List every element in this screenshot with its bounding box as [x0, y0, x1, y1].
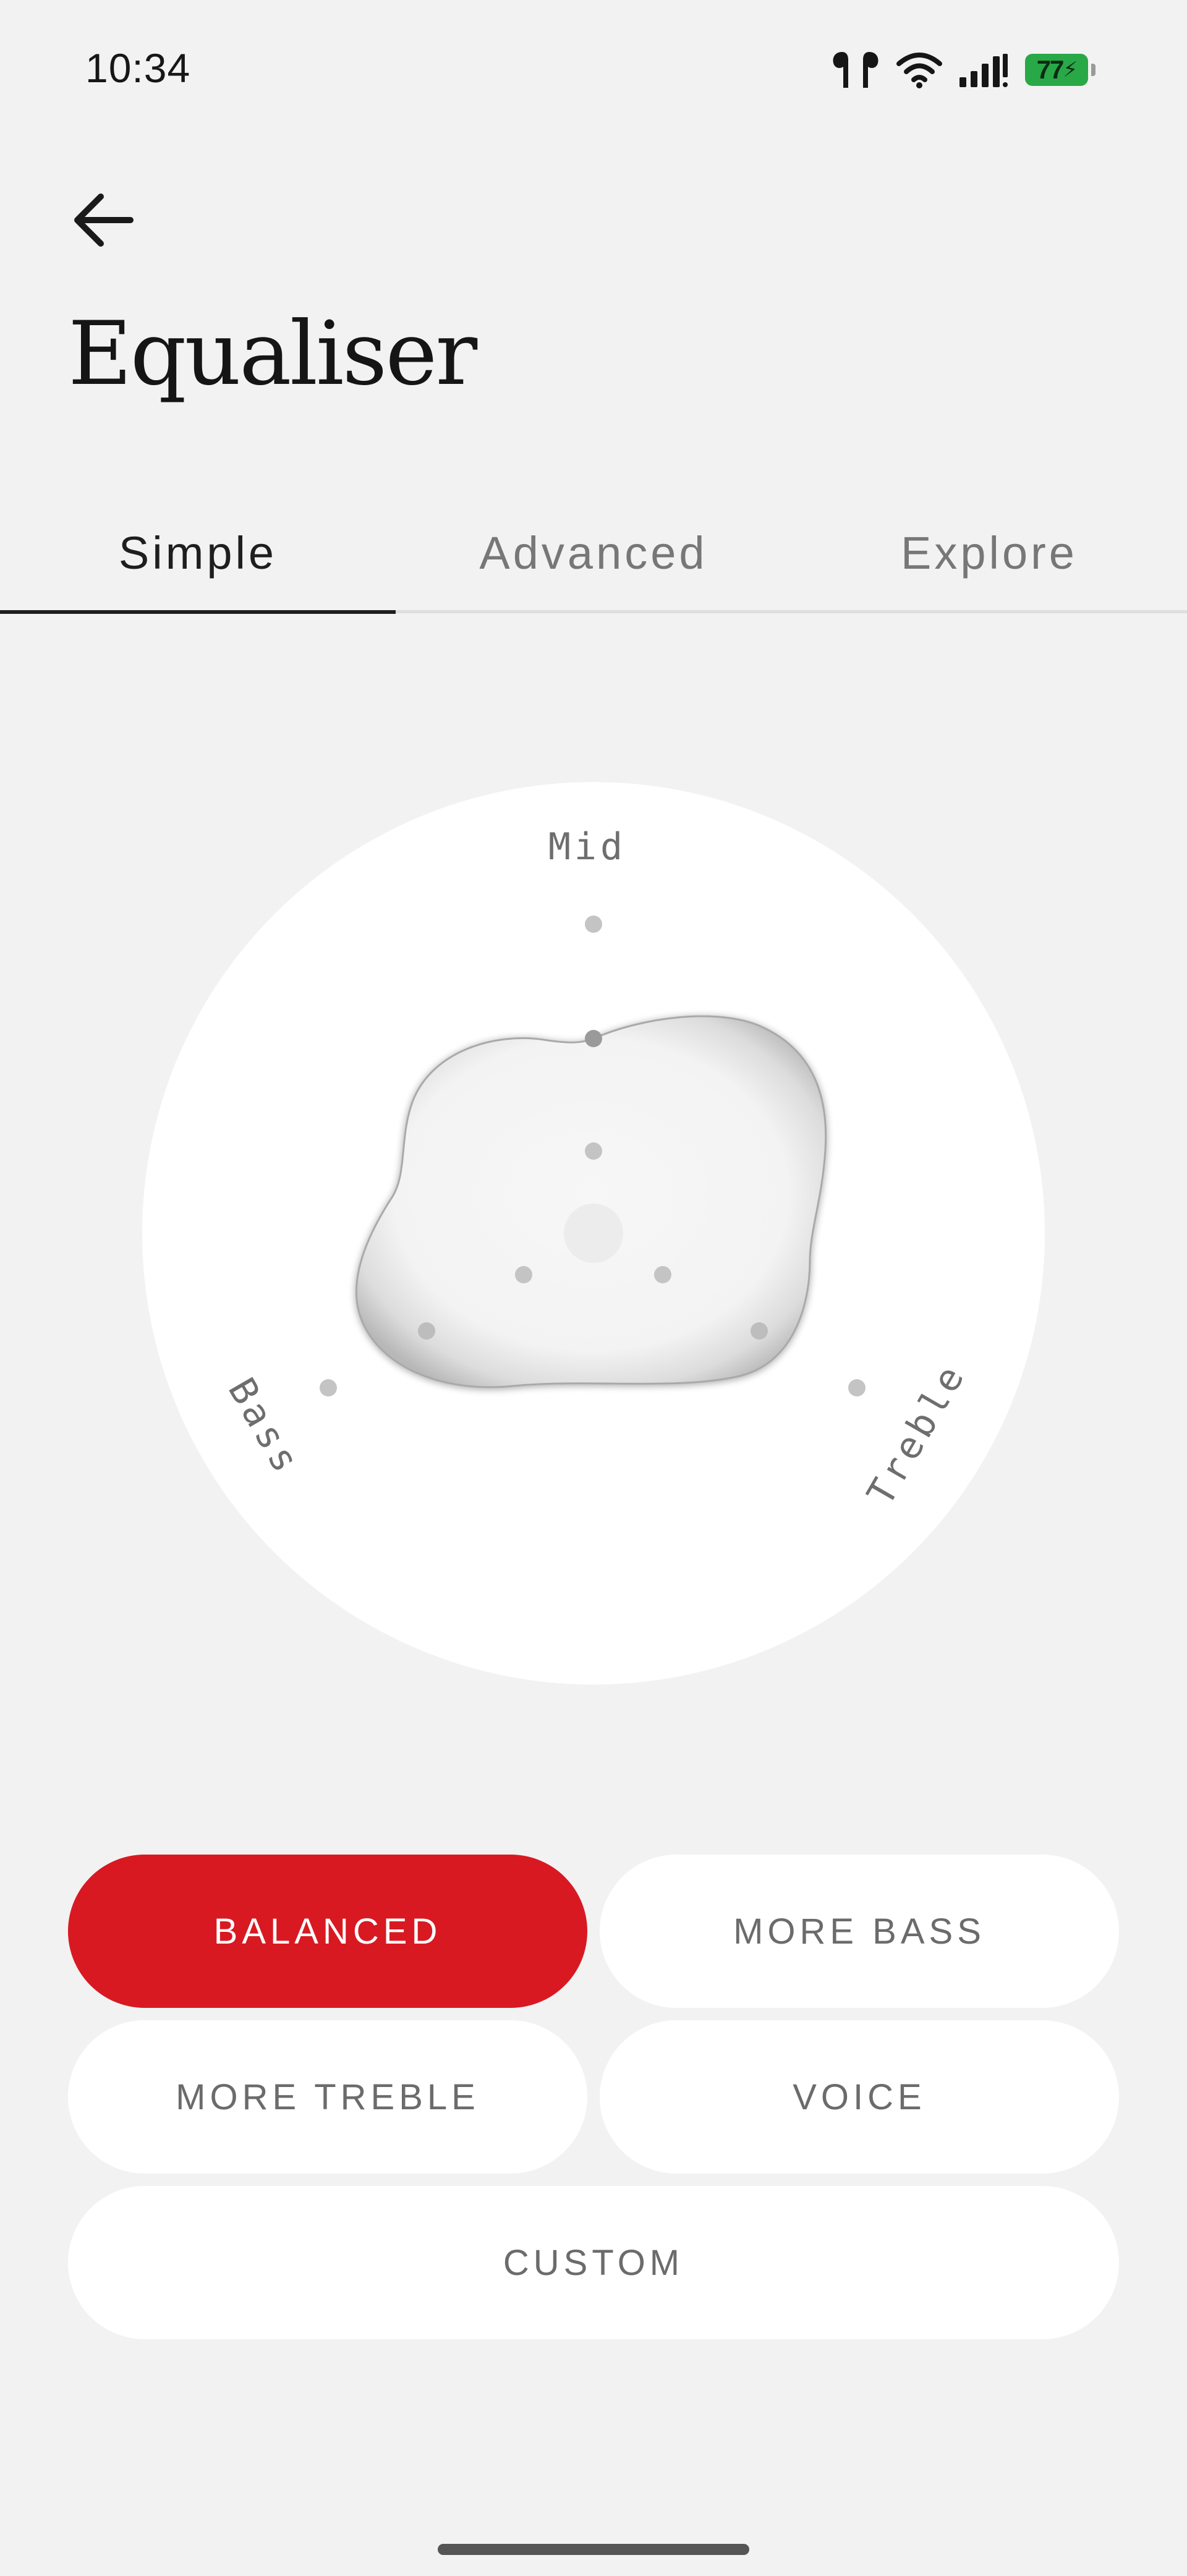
preset-custom-button[interactable]: CUSTOM [68, 2186, 1119, 2339]
mid-dot-handle[interactable] [585, 1030, 602, 1047]
treble-dot-handle[interactable] [751, 1322, 768, 1340]
earbuds-icon [833, 52, 879, 88]
treble-dot-inner [654, 1266, 671, 1283]
mid-dot-inner [585, 1142, 602, 1160]
status-icons: 77 ⚡ [831, 48, 1096, 91]
equalizer-dial[interactable]: Mid Bass Treble [0, 742, 1187, 1743]
equaliser-screen: 10:34 77 ⚡ Equaliser Simple Advanced Exp… [0, 0, 1187, 2576]
preset-balanced-button[interactable]: BALANCED [68, 1855, 587, 2008]
treble-dot-outer [848, 1379, 866, 1396]
arrow-left-icon [74, 193, 134, 247]
status-bar: 10:34 77 ⚡ [0, 0, 1187, 136]
tab-simple[interactable]: Simple [0, 495, 396, 614]
bass-dot-handle[interactable] [418, 1322, 435, 1340]
back-button[interactable] [67, 183, 141, 257]
preset-voice-button[interactable]: VOICE [600, 2020, 1119, 2174]
wifi-icon [896, 53, 942, 88]
bass-dot-inner [515, 1266, 532, 1283]
tab-explore[interactable]: Explore [791, 495, 1187, 611]
preset-more-treble-button[interactable]: MORE TREBLE [68, 2020, 587, 2174]
status-time: 10:34 [85, 45, 191, 91]
preset-more-bass-button[interactable]: MORE BASS [600, 1855, 1119, 2008]
mid-label: Mid [548, 825, 626, 869]
mid-dot-outer [585, 916, 602, 933]
tab-advanced[interactable]: Advanced [396, 495, 791, 611]
page-title: Equaliser [68, 303, 477, 405]
battery-level: 77 [1036, 55, 1065, 84]
signal-icon [959, 54, 1008, 87]
bass-dot-outer [320, 1379, 337, 1396]
tab-bar: Simple Advanced Explore [0, 495, 1187, 614]
battery-icon: 77 ⚡ [1025, 54, 1096, 86]
charging-icon: ⚡ [1063, 58, 1078, 82]
center-point [564, 1204, 623, 1263]
home-indicator[interactable] [438, 2544, 749, 2555]
